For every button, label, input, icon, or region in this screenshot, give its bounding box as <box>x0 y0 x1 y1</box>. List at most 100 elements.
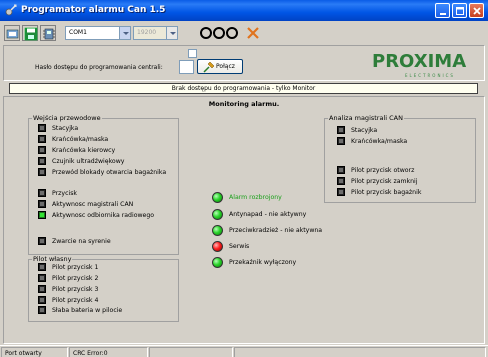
proxima-logo: PROXIMA ELECTRONICS <box>372 51 466 78</box>
maximize-icon <box>456 7 464 15</box>
remote-input-label: Słaba bateria w pilocie <box>52 307 123 314</box>
wired-input-row: Czujnik ultradźwiękowy <box>38 157 178 166</box>
wired-input-row: Aktywnosc magistrali CAN <box>38 200 178 209</box>
can-input-row: Stacyjka <box>337 126 477 135</box>
save-icon <box>24 27 38 41</box>
can-input-row: Krańcówka/maska <box>337 137 477 146</box>
led-indicator <box>337 137 345 145</box>
red-light-icon <box>212 241 223 252</box>
status-row: Przeciwkradzież - nie aktywna <box>212 225 352 237</box>
save-button[interactable] <box>22 25 38 41</box>
led-indicator <box>38 274 46 282</box>
remote-input-label: Pilot przycisk 1 <box>52 264 99 271</box>
status-label: Przekaźnik wyłączony <box>229 259 297 266</box>
wired-inputs-title: Wejścia przewodowe <box>32 114 102 123</box>
status-label: Alarm rozbrojony <box>229 194 282 201</box>
can-input-label: Krańcówka/maska <box>351 138 408 145</box>
wired-input-row: Przycisk <box>38 189 178 198</box>
baud-value: 19200 <box>137 29 157 36</box>
wired-input-row: Aktywnosc odbiornika radiowego <box>38 211 178 220</box>
wired-input-label: Aktywnosc odbiornika radiowego <box>52 212 155 219</box>
wired-input-label: Aktywnosc magistrali CAN <box>52 201 134 208</box>
open-button[interactable] <box>4 25 20 41</box>
logo-subtext: ELECTRONICS <box>405 73 455 78</box>
led-indicator <box>38 189 46 197</box>
wired-input-label: Przycisk <box>52 190 78 197</box>
port-state: Port otwarty <box>1 347 68 357</box>
can-input-label: Pilot przycisk zamknij <box>351 178 418 185</box>
wired-input-label: Krańcówka kierowcy <box>52 147 116 154</box>
led-indicator <box>38 263 46 271</box>
wired-input-label: Przewód blokady otwarcia bagażnika <box>52 169 167 176</box>
status-row: Serwis <box>212 241 352 253</box>
remote-input-label: Pilot przycisk 3 <box>52 286 99 293</box>
green-light-icon <box>212 209 223 220</box>
indicator-circle-1 <box>200 27 212 39</box>
remote-input-label: Pilot przycisk 2 <box>52 275 99 282</box>
can-analysis-title: Analiza magistrali CAN <box>328 114 404 123</box>
title-bar[interactable]: Programator alarmu Can 1.5 <box>0 0 488 21</box>
logo-text: PROXIMA <box>372 51 466 72</box>
open-icon <box>6 29 19 39</box>
connect-label: Połącz <box>216 63 235 70</box>
remote-input-row: Pilot przycisk 1 <box>38 263 178 272</box>
wired-input-label: Czujnik ultradźwiękowy <box>52 158 125 165</box>
remote-input-row: Pilot przycisk 3 <box>38 285 178 294</box>
remote-input-row: Słaba bateria w pilocie <box>38 306 178 315</box>
indicator-circle-3 <box>226 27 238 39</box>
chevron-down-icon[interactable] <box>119 27 130 39</box>
status-label: Antynapad - nie aktywny <box>229 211 307 218</box>
baud-select[interactable]: 19200 <box>133 26 178 40</box>
chip-button[interactable] <box>40 25 56 41</box>
led-indicator <box>38 306 46 314</box>
crc-error: CRC Error:0 <box>69 347 148 357</box>
toolbar: COM1 19200 <box>0 21 488 58</box>
close-icon <box>247 27 259 39</box>
wired-input-label: Krańcówka/maska <box>52 136 109 143</box>
remote-input-label: Pilot przycisk 4 <box>52 297 99 304</box>
wired-input-row: Przewód blokady otwarcia bagażnika <box>38 168 178 177</box>
green-light-icon <box>212 192 223 203</box>
status-cell-3 <box>149 347 233 357</box>
wired-input-label: Zwarcie na syrenie <box>52 238 111 245</box>
led-indicator <box>38 157 46 165</box>
wired-input-row: Krańcówka kierowcy <box>38 146 178 155</box>
close-button[interactable] <box>469 3 484 18</box>
minimize-button[interactable] <box>435 3 450 18</box>
password-field[interactable] <box>179 60 194 74</box>
monitoring-title: Monitoring alarmu. <box>208 100 280 108</box>
chevron-down-icon[interactable] <box>166 27 177 39</box>
led-indicator <box>38 200 46 208</box>
access-banner: Brak dostępu do programowania - tylko Mo… <box>9 83 478 94</box>
minimize-icon <box>440 13 446 15</box>
led-indicator <box>38 168 46 176</box>
remote-input-row: Pilot przycisk 2 <box>38 274 178 283</box>
maximize-button[interactable] <box>452 3 467 18</box>
led-indicator <box>38 211 46 219</box>
window-title: Programator alarmu Can 1.5 <box>21 5 166 15</box>
led-indicator <box>38 135 46 143</box>
wired-input-label: Stacyjka <box>52 125 79 132</box>
led-indicator <box>337 188 345 196</box>
port-value: COM1 <box>69 29 87 36</box>
close-icon <box>473 7 481 15</box>
wired-input-row: Krańcówka/maska <box>38 135 178 144</box>
connect-icon <box>203 61 215 73</box>
status-label: Przeciwkradzież - nie aktywna <box>229 227 323 234</box>
port-select[interactable]: COM1 <box>65 26 131 40</box>
led-indicator <box>38 237 46 245</box>
clear-button[interactable] <box>245 25 261 41</box>
can-input-label: Pilot przycisk bagażnik <box>351 189 422 196</box>
connect-button[interactable]: Połącz <box>197 59 243 74</box>
status-row: Przekaźnik wyłączony <box>212 257 352 269</box>
status-label: Serwis <box>229 243 250 250</box>
can-input-row: Pilot przycisk zamknij <box>337 177 477 186</box>
can-input-row: Pilot przycisk otworz <box>337 166 477 175</box>
status-bar: Port otwarty CRC Error:0 <box>0 345 488 357</box>
wired-input-row: Stacyjka <box>38 124 178 133</box>
remote-input-row: Pilot przycisk 4 <box>38 296 178 305</box>
led-indicator <box>337 177 345 185</box>
led-indicator <box>337 166 345 174</box>
led-indicator <box>337 126 345 134</box>
indicator-circle-2 <box>213 27 225 39</box>
